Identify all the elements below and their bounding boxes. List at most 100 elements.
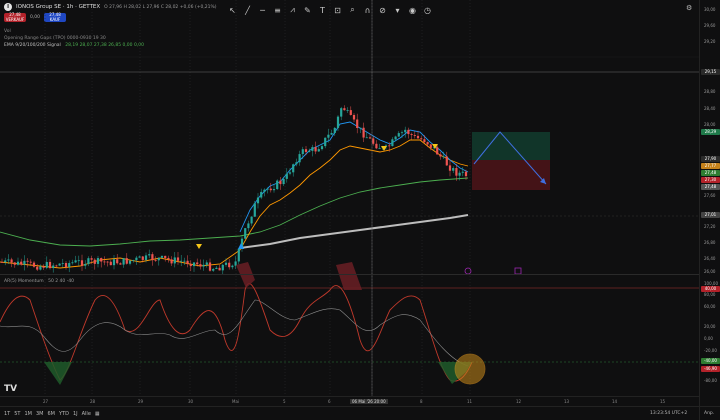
candle-body — [391, 139, 394, 147]
price-tick: 27,60 — [704, 193, 716, 198]
price-label: 27,90 — [701, 156, 720, 162]
candle-body — [23, 260, 26, 265]
candle-body — [298, 154, 301, 163]
candle-body — [29, 261, 32, 263]
candle-body — [282, 178, 285, 185]
range-1y[interactable]: 1J — [73, 411, 78, 417]
highlight-circle[interactable] — [454, 353, 486, 385]
candle-body — [346, 110, 349, 111]
price-tick: 26,80 — [704, 240, 716, 245]
calendar-icon[interactable]: ▦ — [95, 411, 100, 417]
candle-body — [96, 258, 100, 264]
candle-body — [237, 248, 240, 262]
price-label-current: 27,48 — [701, 184, 720, 190]
candle-body — [167, 257, 170, 260]
crosshair-price-label: 29,15 — [701, 69, 720, 75]
time-tick: 15 — [660, 399, 666, 404]
candle-body — [128, 260, 132, 264]
candle-body — [445, 156, 448, 166]
candle-body — [250, 216, 253, 224]
candle-body — [148, 254, 151, 256]
candle-body — [461, 171, 464, 173]
candle-body — [20, 261, 23, 265]
candles — [0, 105, 468, 275]
candle-body — [26, 260, 29, 262]
candle-body — [141, 256, 144, 260]
price-tick: 26,40 — [704, 256, 716, 261]
candle-body — [122, 258, 125, 265]
pane-divider[interactable] — [0, 274, 699, 275]
time-tick: 12 — [516, 399, 522, 404]
candle-body — [0, 262, 4, 263]
candle-body — [442, 156, 445, 158]
candle-body — [404, 129, 407, 133]
clock-display[interactable]: 13:23:54 UTC+2 — [650, 411, 687, 416]
candle-body — [308, 150, 311, 152]
price-tick: 28,80 — [704, 89, 716, 94]
candle-body — [74, 260, 77, 263]
candle-body — [285, 173, 288, 179]
ema100-line — [0, 177, 469, 247]
candle-body — [13, 262, 16, 265]
candle-body — [36, 266, 39, 270]
candle-body — [320, 146, 324, 150]
candle-body — [352, 114, 356, 120]
candle-body — [413, 134, 416, 136]
candle-body — [202, 264, 205, 267]
candle-body — [10, 259, 13, 263]
candle-body — [186, 260, 189, 265]
candle-body — [154, 260, 157, 261]
momentum-fill-neg-1 — [236, 262, 255, 288]
range-3m[interactable]: 3M — [36, 411, 44, 417]
candle-body — [420, 138, 423, 140]
range-1m[interactable]: 1M — [25, 411, 33, 417]
candle-body — [199, 264, 202, 267]
candle-body — [4, 260, 7, 263]
price-axis[interactable]: 30,00 29,60 29,20 28,80 28,40 28,00 27,6… — [699, 0, 720, 420]
range-6m[interactable]: 6M — [48, 411, 56, 417]
range-1d[interactable]: 1T — [4, 411, 10, 417]
range-all[interactable]: Alle — [82, 411, 91, 417]
candle-body — [135, 257, 138, 261]
candle-body — [416, 135, 420, 139]
momentum-tick: 0,00 — [704, 336, 713, 341]
candle-body — [42, 266, 45, 268]
candle-body — [173, 257, 176, 264]
chart-canvas[interactable] — [0, 0, 699, 396]
time-axis[interactable]: 27 28 29 30 Mai 5 6 06 Mai '26 20:00 8 1… — [0, 396, 699, 406]
candle-body — [68, 263, 71, 268]
momentum-legend[interactable]: AR(5) Momentum 50 2 40 -40 — [4, 279, 74, 284]
price-tick: 26,00 — [704, 269, 716, 274]
adjust-button[interactable]: Anp. — [704, 411, 714, 416]
range-5d[interactable]: 5T — [14, 411, 20, 417]
crosshair-time-label: 06 Mai '26 20:00 — [350, 399, 388, 404]
ema9-line — [239, 121, 469, 233]
grid — [0, 56, 699, 217]
range-ytd[interactable]: YTD — [59, 411, 69, 417]
time-tick: 13 — [564, 399, 570, 404]
candle-body — [269, 188, 272, 191]
candle-body — [423, 139, 426, 143]
long-profit-zone[interactable] — [472, 132, 550, 160]
candle-body — [144, 255, 148, 260]
candle-body — [176, 257, 180, 261]
time-tick: 30 — [188, 399, 194, 404]
candle-body — [333, 127, 336, 133]
candle-body — [263, 189, 266, 192]
momentum-fill-neg-2 — [336, 262, 362, 290]
candle-body — [362, 127, 365, 138]
candle-body — [212, 268, 215, 271]
price-tick: 29,20 — [704, 39, 716, 44]
candle-body — [314, 147, 317, 152]
candle-body — [317, 149, 320, 152]
candle-body — [64, 263, 68, 268]
candle-body — [87, 258, 90, 264]
time-tick: 5 — [283, 399, 286, 404]
candle-body — [359, 127, 362, 129]
candle-body — [407, 129, 410, 135]
candle-body — [58, 263, 61, 266]
candle-body — [375, 143, 378, 149]
price-tick: 28,40 — [704, 106, 716, 111]
tradingview-logo: TV — [4, 384, 18, 394]
candle-body — [260, 191, 263, 198]
